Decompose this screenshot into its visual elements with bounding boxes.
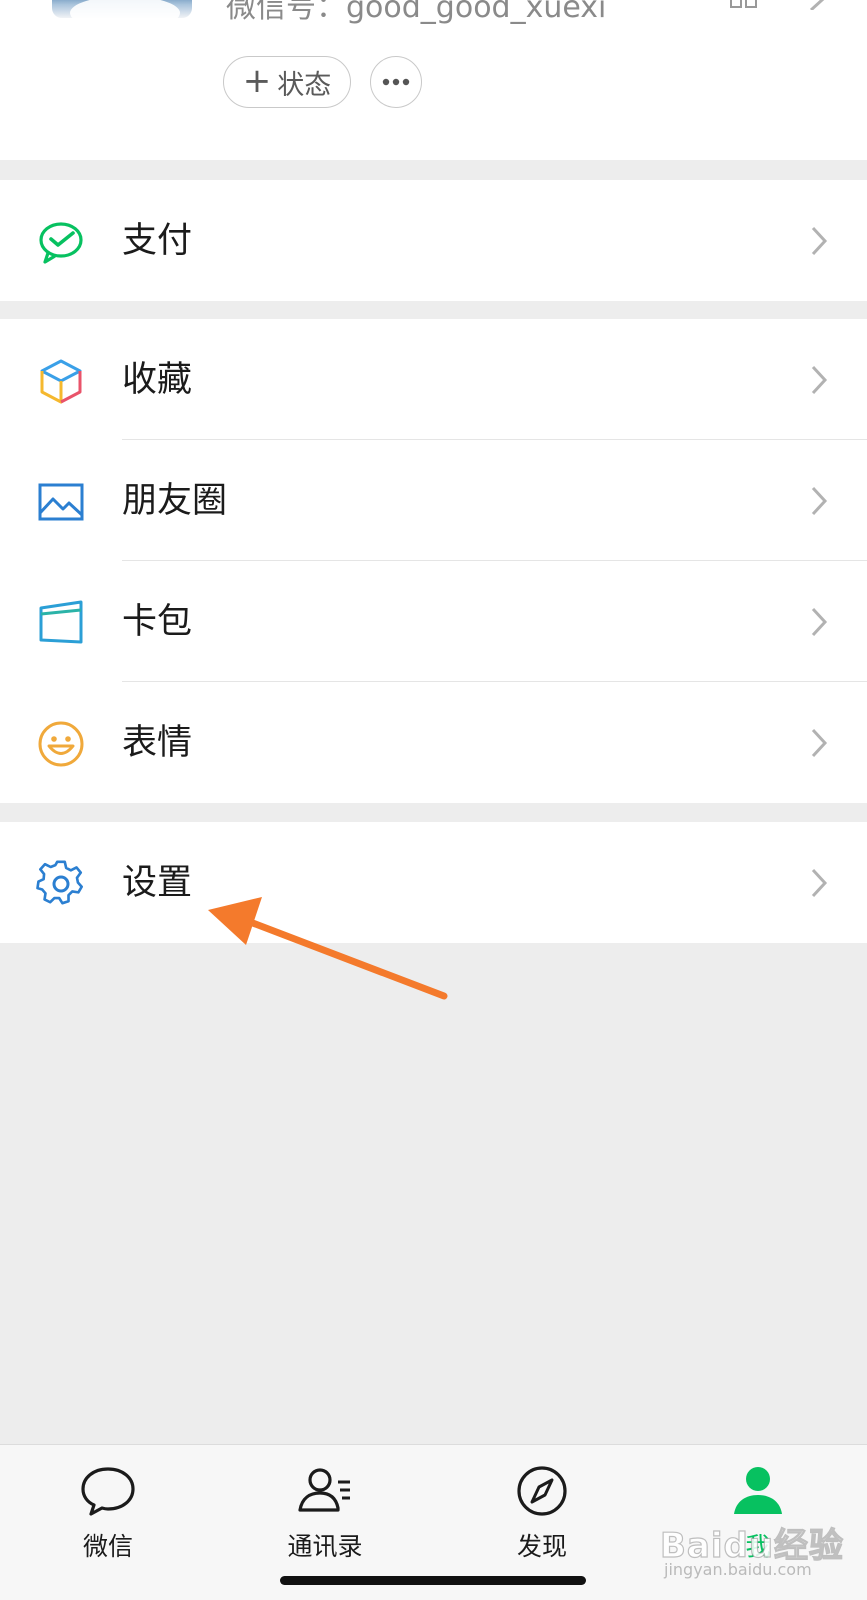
menu-item-stickers[interactable]: 表情 <box>0 682 867 803</box>
me-page-screen: 微信号：good_good_xuexi + 状态 支付 收藏 朋友圈 卡包 表情… <box>0 0 867 1600</box>
status-label: 状态 <box>277 69 332 101</box>
ellipsis-icon <box>382 78 410 86</box>
wechat-id-text: 微信号：good_good_xuexi <box>226 0 607 25</box>
features-group: 收藏 朋友圈 卡包 表情 <box>0 319 867 803</box>
qr-code-icon[interactable] <box>730 0 758 8</box>
tab-chats[interactable]: 微信 <box>48 1445 168 1565</box>
menu-item-cards[interactable]: 卡包 <box>0 561 867 682</box>
menu-label-pay: 支付 <box>122 221 193 261</box>
compass-icon <box>517 1466 567 1516</box>
chevron-right-icon <box>811 868 828 898</box>
profile-header[interactable]: 微信号：good_good_xuexi + 状态 <box>0 0 867 160</box>
wechat-pay-icon <box>39 222 83 264</box>
contacts-icon <box>298 1468 350 1512</box>
chat-bubble-icon <box>81 1467 135 1516</box>
menu-label-moments: 朋友圈 <box>122 481 228 521</box>
tab-me[interactable]: 我 <box>698 1445 818 1565</box>
avatar[interactable] <box>52 0 192 18</box>
menu-item-moments[interactable]: 朋友圈 <box>0 440 867 561</box>
chevron-right-icon <box>811 607 828 637</box>
menu-label-stickers: 表情 <box>122 723 193 763</box>
pay-group: 支付 <box>0 180 867 301</box>
menu-item-settings[interactable]: 设置 <box>0 822 867 943</box>
smiley-icon <box>38 721 84 767</box>
chevron-right-icon <box>811 226 828 256</box>
tab-discover[interactable]: 发现 <box>482 1445 602 1565</box>
gear-icon <box>36 860 83 905</box>
chevron-right-icon <box>811 486 828 516</box>
person-icon <box>734 1467 782 1514</box>
tab-label-discover: 发现 <box>516 1532 567 1561</box>
chevron-right-icon <box>811 728 828 758</box>
card-wallet-icon <box>39 600 83 644</box>
menu-item-favorites[interactable]: 收藏 <box>0 319 867 440</box>
settings-group: 设置 <box>0 822 867 943</box>
tab-label-chats: 微信 <box>82 1532 133 1561</box>
chevron-right-icon <box>811 365 828 395</box>
home-indicator <box>280 1576 586 1585</box>
chevron-right-icon <box>809 0 825 10</box>
add-status-button[interactable]: + 状态 <box>223 56 351 108</box>
menu-item-pay[interactable]: 支付 <box>0 180 867 301</box>
tab-contacts[interactable]: 通讯录 <box>265 1445 385 1565</box>
tab-label-me: 我 <box>745 1532 771 1561</box>
menu-label-favorites: 收藏 <box>122 360 193 400</box>
favorites-cube-icon <box>40 359 82 404</box>
plus-icon: + <box>242 60 272 101</box>
menu-label-settings: 设置 <box>122 863 193 903</box>
tab-label-contacts: 通讯录 <box>287 1532 363 1561</box>
menu-label-cards: 卡包 <box>122 602 193 642</box>
more-button[interactable] <box>370 56 422 108</box>
moments-photo-icon <box>38 483 84 521</box>
